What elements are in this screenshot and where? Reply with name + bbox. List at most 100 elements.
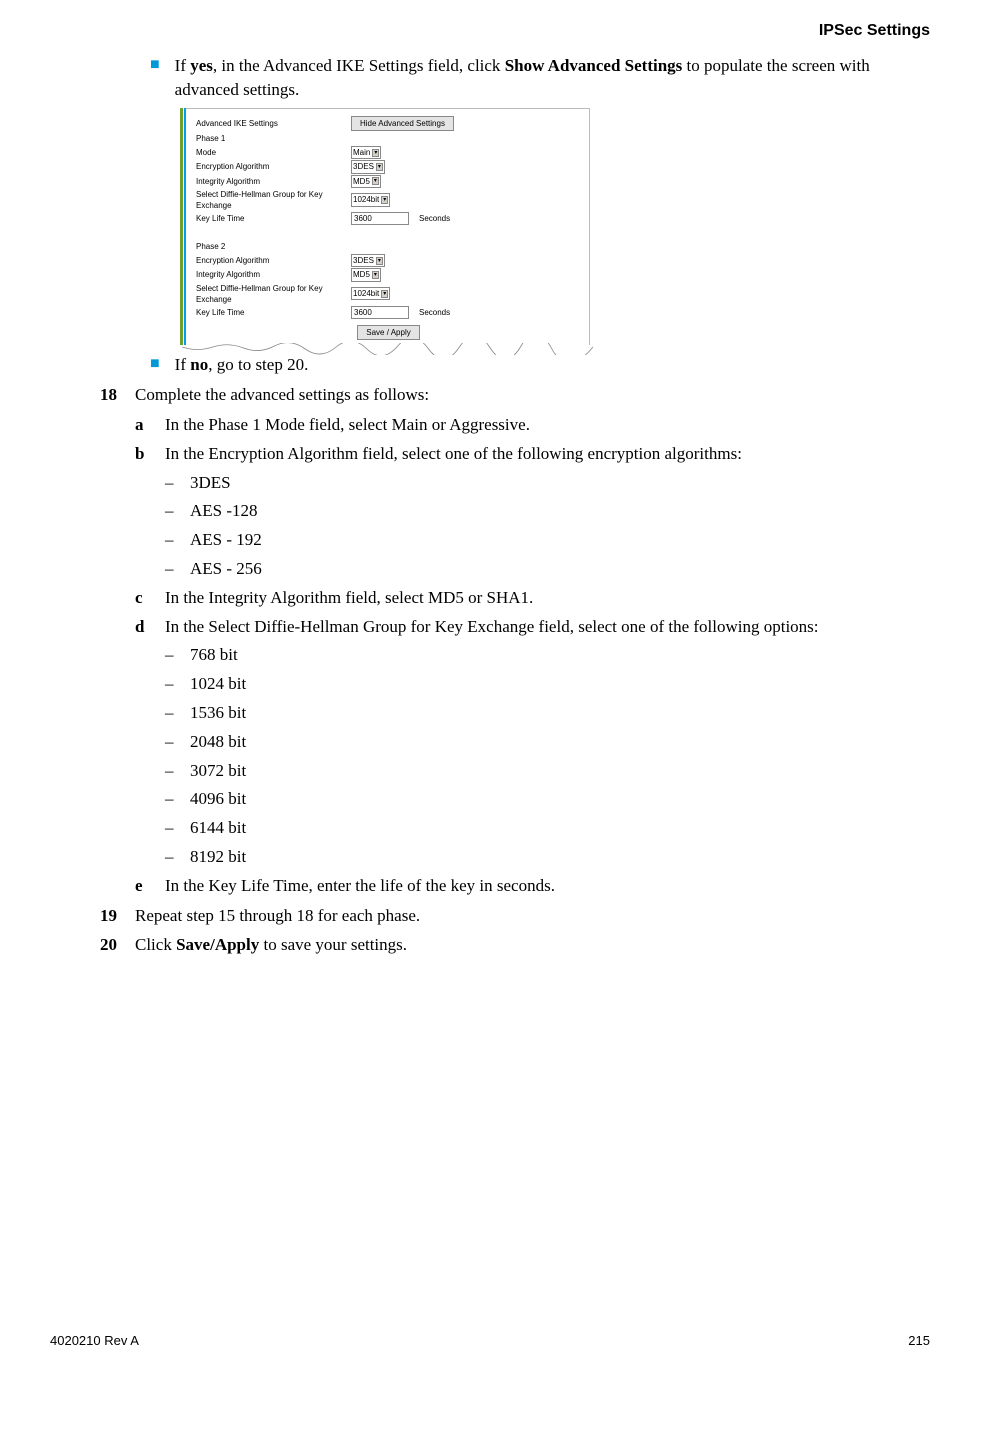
step-20: 20 Click Save/Apply to save your setting… <box>100 933 930 957</box>
dash-icon: – <box>165 499 190 523</box>
hide-advanced-button[interactable]: Hide Advanced Settings <box>351 116 454 131</box>
advanced-ike-figure: Advanced IKE Settings Hide Advanced Sett… <box>180 108 930 345</box>
fig-int2-label: Integrity Algorithm <box>196 269 351 280</box>
step-text: Repeat step 15 through 18 for each phase… <box>135 904 930 928</box>
dash-item-text: 1536 bit <box>190 701 246 725</box>
fig-enc2-select[interactable]: 3DES▾ <box>351 254 385 267</box>
fig-klt2-input[interactable]: 3600 <box>351 306 409 319</box>
dash-item-text: 1024 bit <box>190 672 246 696</box>
chevron-down-icon: ▾ <box>381 196 388 204</box>
dash-list-item: –AES - 192 <box>165 528 930 552</box>
step-number: 18 <box>100 383 135 407</box>
substep-letter: b <box>135 442 165 466</box>
substep-a: a In the Phase 1 Mode field, select Main… <box>135 413 930 437</box>
dash-icon: – <box>165 845 190 869</box>
footer-doc-id: 4020210 Rev A <box>50 1332 139 1350</box>
substep-letter: e <box>135 874 165 898</box>
dash-list-item: –3DES <box>165 471 930 495</box>
bullet-no: ■ If no, go to step 20. <box>150 353 930 377</box>
dash-item-text: 3DES <box>190 471 231 495</box>
dash-icon: – <box>165 759 190 783</box>
dash-list-item: –4096 bit <box>165 787 930 811</box>
dash-icon: – <box>165 557 190 581</box>
dash-icon: – <box>165 672 190 696</box>
fig-int-label: Integrity Algorithm <box>196 176 351 187</box>
chevron-down-icon: ▾ <box>376 257 383 265</box>
chevron-down-icon: ▾ <box>372 149 379 157</box>
dash-icon: – <box>165 701 190 725</box>
dash-list-item: –2048 bit <box>165 730 930 754</box>
dash-icon: – <box>165 787 190 811</box>
fig-klt-label: Key Life Time <box>196 213 351 224</box>
substep-c: c In the Integrity Algorithm field, sele… <box>135 586 930 610</box>
substep-text: In the Encryption Algorithm field, selec… <box>165 442 930 466</box>
dash-list-item: –768 bit <box>165 643 930 667</box>
fig-dh-label: Select Diffie-Hellman Group for Key Exch… <box>196 189 351 211</box>
chevron-down-icon: ▾ <box>372 271 379 279</box>
substep-text: In the Integrity Algorithm field, select… <box>165 586 930 610</box>
step-text: Complete the advanced settings as follow… <box>135 383 930 407</box>
step-text: Click Save/Apply to save your settings. <box>135 933 930 957</box>
dash-list-item: –1024 bit <box>165 672 930 696</box>
fig-int-select[interactable]: MD5▾ <box>351 175 381 188</box>
substep-letter: c <box>135 586 165 610</box>
dash-item-text: AES -128 <box>190 499 258 523</box>
fig-mode-select[interactable]: Main▾ <box>351 146 381 159</box>
chevron-down-icon: ▾ <box>372 177 379 185</box>
dash-icon: – <box>165 730 190 754</box>
fig-title: Advanced IKE Settings <box>196 118 351 129</box>
fig-dh2-label: Select Diffie-Hellman Group for Key Exch… <box>196 283 351 305</box>
page-header-title: IPSec Settings <box>50 20 930 42</box>
dash-icon: – <box>165 643 190 667</box>
torn-edge-icon <box>182 343 593 351</box>
substep-text: In the Phase 1 Mode field, select Main o… <box>165 413 930 437</box>
dash-item-text: 4096 bit <box>190 787 246 811</box>
fig-phase1-label: Phase 1 <box>196 133 351 144</box>
substep-letter: d <box>135 615 165 639</box>
dash-item-text: AES - 256 <box>190 557 262 581</box>
fig-seconds-label: Seconds <box>419 214 450 223</box>
square-bullet-icon: ■ <box>150 353 160 377</box>
substep-text: In the Key Life Time, enter the life of … <box>165 874 930 898</box>
dash-list-item: –8192 bit <box>165 845 930 869</box>
bullet-yes: ■ If yes, in the Advanced IKE Settings f… <box>150 54 930 102</box>
substep-letter: a <box>135 413 165 437</box>
fig-int2-select[interactable]: MD5▾ <box>351 268 381 281</box>
dash-item-text: 8192 bit <box>190 845 246 869</box>
substep-e: e In the Key Life Time, enter the life o… <box>135 874 930 898</box>
dash-item-text: 6144 bit <box>190 816 246 840</box>
fig-klt-input[interactable]: 3600 <box>351 212 409 225</box>
substep-text: In the Select Diffie-Hellman Group for K… <box>165 615 930 639</box>
dash-list-item: –1536 bit <box>165 701 930 725</box>
fig-save-apply-button[interactable]: Save / Apply <box>357 325 419 340</box>
fig-phase2-label: Phase 2 <box>196 241 351 252</box>
fig-dh-select[interactable]: 1024bit▾ <box>351 193 390 206</box>
step-19: 19 Repeat step 15 through 18 for each ph… <box>100 904 930 928</box>
fig-seconds2-label: Seconds <box>419 308 450 317</box>
dash-item-text: 2048 bit <box>190 730 246 754</box>
dash-item-text: AES - 192 <box>190 528 262 552</box>
footer-page-number: 215 <box>908 1332 930 1350</box>
fig-enc-label: Encryption Algorithm <box>196 161 351 172</box>
fig-enc-select[interactable]: 3DES▾ <box>351 160 385 173</box>
fig-mode-label: Mode <box>196 147 351 158</box>
dash-icon: – <box>165 471 190 495</box>
step-18: 18 Complete the advanced settings as fol… <box>100 383 930 407</box>
substep-b: b In the Encryption Algorithm field, sel… <box>135 442 930 466</box>
dash-list-item: –AES - 256 <box>165 557 930 581</box>
step-number: 20 <box>100 933 135 957</box>
bullet-no-text: If no, go to step 20. <box>175 353 930 377</box>
fig-klt2-label: Key Life Time <box>196 307 351 318</box>
dash-item-text: 768 bit <box>190 643 238 667</box>
dash-list-item: –3072 bit <box>165 759 930 783</box>
fig-enc2-label: Encryption Algorithm <box>196 255 351 266</box>
bullet-yes-text: If yes, in the Advanced IKE Settings fie… <box>175 54 930 102</box>
dash-list-item: –6144 bit <box>165 816 930 840</box>
substep-d: d In the Select Diffie-Hellman Group for… <box>135 615 930 639</box>
chevron-down-icon: ▾ <box>381 290 388 298</box>
step-number: 19 <box>100 904 135 928</box>
fig-dh2-select[interactable]: 1024bit▾ <box>351 287 390 300</box>
dash-item-text: 3072 bit <box>190 759 246 783</box>
dash-icon: – <box>165 528 190 552</box>
dash-list-item: –AES -128 <box>165 499 930 523</box>
